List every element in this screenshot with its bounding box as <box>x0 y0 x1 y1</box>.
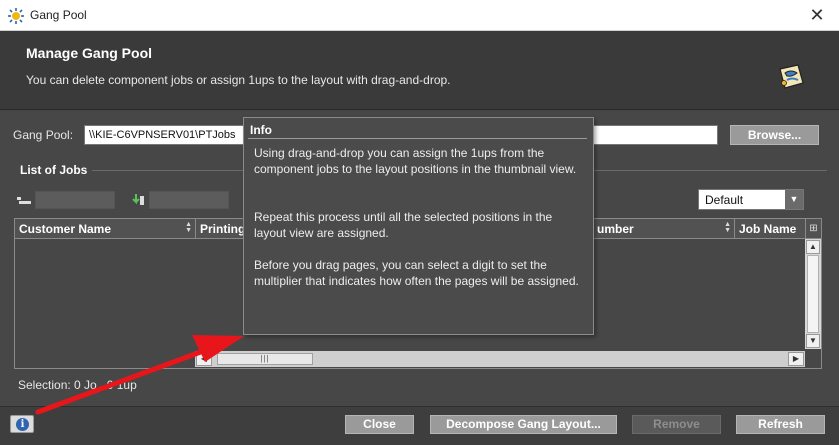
chevron-down-icon[interactable]: ▼ <box>785 190 803 209</box>
tooltip-title: Info <box>250 123 272 137</box>
tooltip-paragraph: Before you drag pages, you can select a … <box>254 258 579 288</box>
window-titlebar: Gang Pool ✕ <box>0 0 839 31</box>
column-label: Job Name <box>739 222 797 236</box>
column-header-job-name[interactable]: Job Name <box>735 219 807 238</box>
dialog-header: Manage Gang Pool You can delete componen… <box>0 31 839 110</box>
scroll-right-icon[interactable]: ▶ <box>788 352 804 366</box>
customer-filter-icon <box>17 197 31 204</box>
scroll-up-icon[interactable]: ▲ <box>806 240 820 254</box>
sort-icon[interactable]: ▲ ▼ <box>724 221 731 234</box>
column-header-number[interactable]: umber ▲ ▼ <box>593 219 735 238</box>
info-icon: i <box>16 418 29 431</box>
scroll-thumb-horizontal[interactable]: ||| <box>217 353 313 365</box>
tooltip-paragraph: Using drag-and-drop you can assign the 1… <box>254 146 577 176</box>
filter-field-1[interactable] <box>35 191 115 209</box>
refresh-button[interactable]: Refresh <box>736 415 825 434</box>
column-label: umber <box>597 222 634 236</box>
info-button[interactable]: i <box>10 415 34 433</box>
dialog-footer: i Close Decompose Gang Layout... Remove … <box>0 406 839 445</box>
remove-button: Remove <box>632 415 721 434</box>
app-icon <box>8 8 24 24</box>
download-filter-icon <box>132 194 144 205</box>
scroll-thumb[interactable] <box>807 255 819 333</box>
horizontal-scrollbar[interactable]: ◀ ||| ▶ <box>195 351 805 367</box>
scroll-left-icon[interactable]: ◀ <box>196 352 212 366</box>
tooltip-paragraph: Repeat this process until all the select… <box>254 210 553 240</box>
dialog-description: You can delete component jobs or assign … <box>26 73 451 87</box>
scroll-down-icon[interactable]: ▼ <box>806 334 820 348</box>
column-chooser-icon[interactable]: ⊞ <box>805 219 821 239</box>
dialog-title: Manage Gang Pool <box>26 45 153 61</box>
filter-field-2[interactable] <box>149 191 229 209</box>
list-of-jobs-title: List of Jobs <box>20 163 88 177</box>
decompose-gang-layout-button[interactable]: Decompose Gang Layout... <box>430 415 617 434</box>
sort-icon[interactable]: ▲ ▼ <box>185 221 192 234</box>
column-header-customer-name[interactable]: Customer Name ▲ ▼ <box>15 219 196 238</box>
tooltip-divider <box>248 138 587 139</box>
close-button[interactable]: Close <box>345 415 414 434</box>
column-label: Printing <box>200 222 246 236</box>
info-tooltip: Info Using drag-and-drop you can assign … <box>243 117 594 335</box>
view-select-value: Default <box>705 193 744 207</box>
browse-button[interactable]: Browse... <box>730 125 819 145</box>
gang-pool-label: Gang Pool: <box>13 128 74 142</box>
vertical-scrollbar[interactable]: ▲ ▼ <box>805 239 821 349</box>
window-title: Gang Pool <box>30 8 87 22</box>
gang-pool-illustration-icon <box>779 64 804 89</box>
column-label: Customer Name <box>19 222 112 236</box>
view-select[interactable]: Default ▼ <box>698 189 804 210</box>
selection-status: Selection: 0 Jo , 0 1up <box>18 378 137 392</box>
close-window-icon[interactable]: ✕ <box>807 5 827 25</box>
